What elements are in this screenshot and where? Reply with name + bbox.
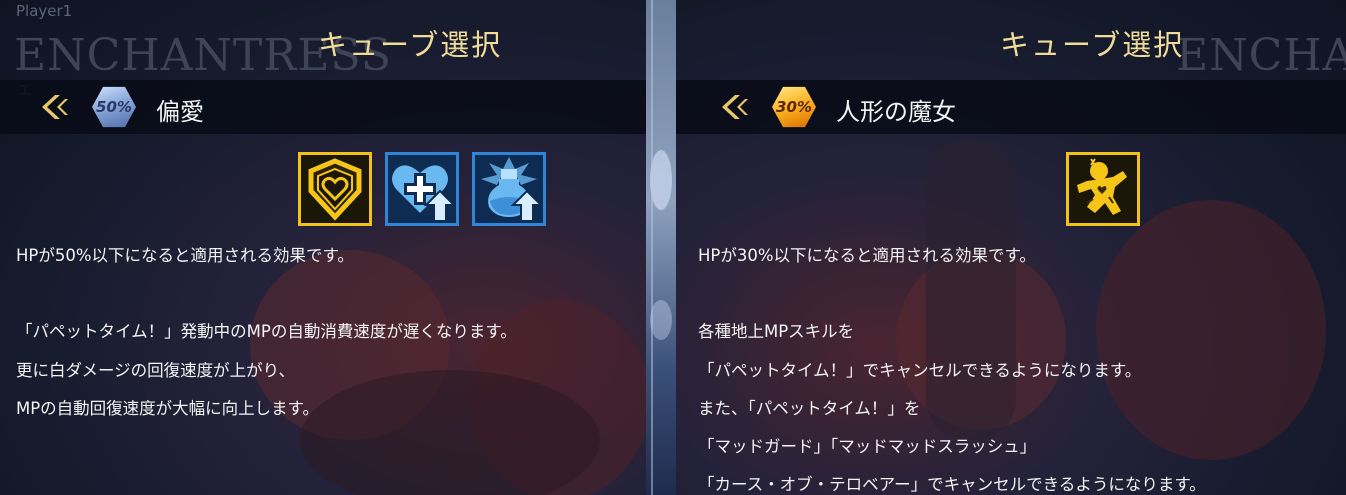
panel-divider [646,0,676,495]
cube-name-bar: 50% 偏愛 [0,80,646,134]
description-line: MPの自動回復速度が大幅に向上します。 [16,398,320,418]
effect-description: HPが50%以下になると適用される効果です。 「パペットタイム！」発動中のMPの… [16,244,646,435]
back-button[interactable] [718,93,750,121]
heart-heal-up-icon [392,165,456,222]
description-line: 「パペットタイム！」でキャンセルできるようになります。 [698,360,1142,380]
player-label: Player1 [16,2,73,20]
effect-slot-heart-shield[interactable] [298,152,372,226]
hp-threshold-badge: 50% [92,86,136,128]
potion-up-icon [481,157,543,222]
effect-icon-row [298,152,546,226]
effect-slot-potion-up[interactable] [472,152,546,226]
description-line: HPが30%以下になると適用される効果です。 [698,246,1036,265]
description-line [698,282,1338,320]
description-line: 「カース・オブ・テロベアー」でキャンセルできるようになります。 [698,475,1206,495]
cube-select-title: キューブ選択 [1000,28,1185,62]
hp-threshold-value: 50% [96,98,132,116]
description-line: 更に白ダメージの回復速度が上がり、 [16,360,296,380]
hp-threshold-badge: 30% [772,86,816,128]
description-line: 「パペットタイム！」発動中のMPの自動消費速度が遅くなります。 [16,322,517,342]
effect-slot-voodoo-doll[interactable] [1066,152,1140,226]
voodoo-doll-icon [1077,158,1127,215]
description-line [16,282,646,320]
description-line: 「マッドガード」「マッドマッドスラッシュ」 [698,436,1037,456]
effect-description: HPが30%以下になると適用される効果です。 各種地上MPスキルを 「パペットタ… [698,244,1338,495]
cube-select-title: キューブ選択 [318,28,503,62]
back-button[interactable] [38,93,70,121]
cube-name: 人形の魔女 [836,98,956,126]
class-name-watermark: ENCHANTRESS [1176,30,1346,81]
right-cube-panel: ENCHANTRESS キューブ選択 30% 人形の魔女 [676,0,1346,495]
chevron-left-icon [722,95,748,119]
description-line: また、「パペットタイム！」を [698,398,921,418]
chevron-left-icon [42,95,68,119]
effect-slot-heart-heal-up[interactable] [385,152,459,226]
left-cube-panel: Player1 ENCHANTRESS エ キューブ選択 50% 偏愛 [0,0,646,495]
description-line: 各種地上MPスキルを [698,322,855,342]
heart-shield-icon [308,158,362,221]
description-line: HPが50%以下になると適用される効果です。 [16,246,354,265]
cube-name-bar: 30% 人形の魔女 [676,80,1346,134]
cube-selection-screen: Player1 ENCHANTRESS エ キューブ選択 50% 偏愛 [0,0,1346,495]
effect-icon-row [1066,152,1140,226]
hp-threshold-value: 30% [776,98,812,116]
cube-name: 偏愛 [156,98,204,126]
